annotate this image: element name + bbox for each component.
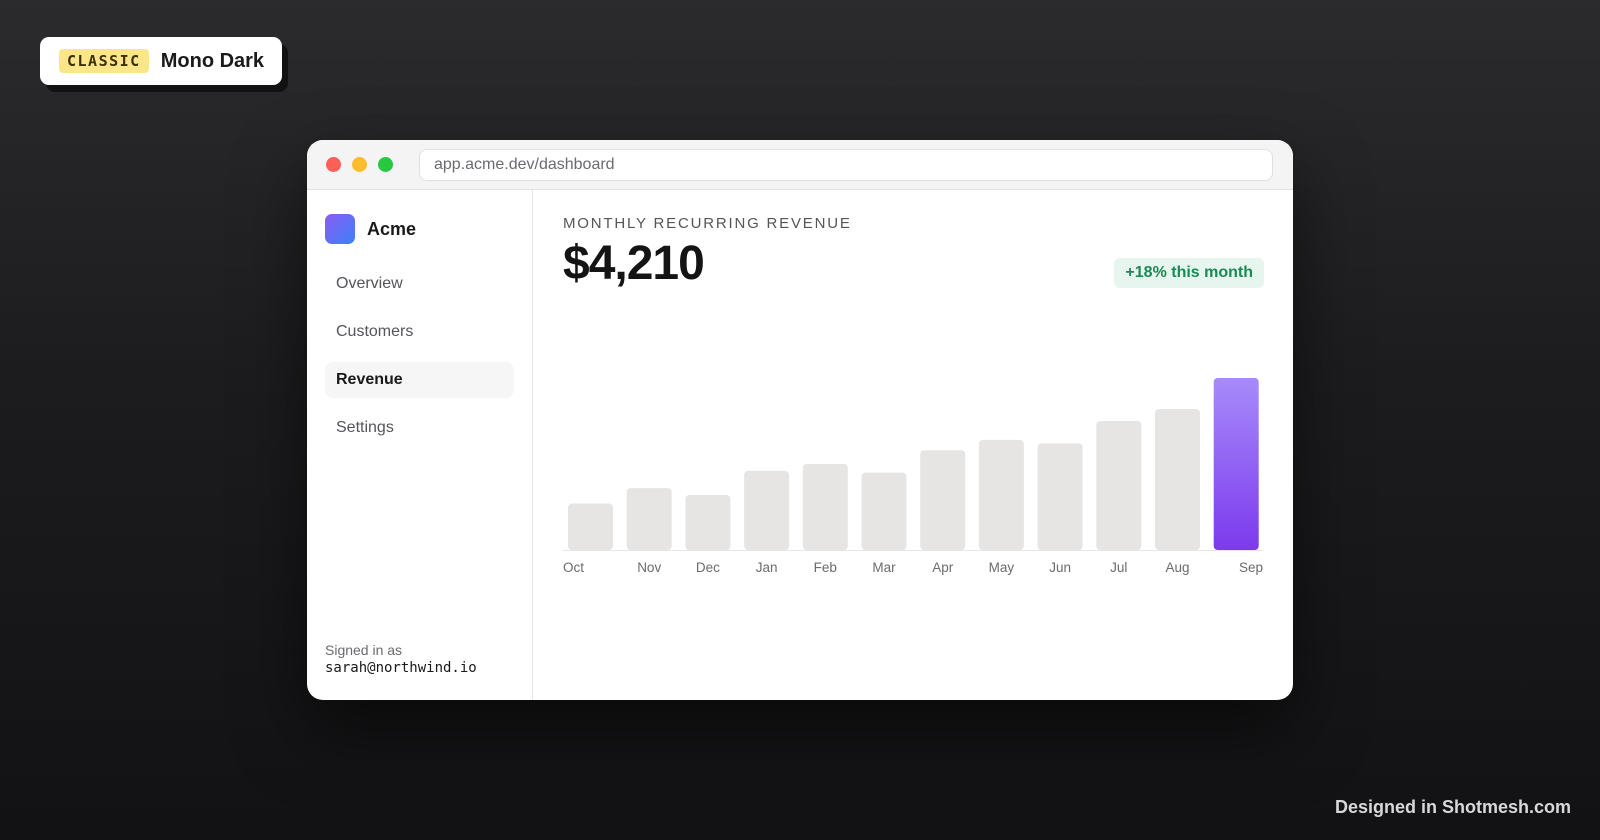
minimize-window-button[interactable] bbox=[352, 157, 367, 172]
signed-in-info: Signed in as sarah@northwind.io bbox=[325, 642, 477, 676]
browser-window: app.acme.dev/dashboard Acme Overview Cus… bbox=[307, 140, 1293, 700]
main-panel: MONTHLY RECURRING REVENUE $4,210 +18% th… bbox=[533, 190, 1293, 700]
close-window-button[interactable] bbox=[326, 157, 341, 172]
sidebar: Acme Overview Customers Revenue Settings… bbox=[307, 190, 533, 700]
bar-jun[interactable] bbox=[1037, 443, 1083, 550]
signed-in-email: sarah@northwind.io bbox=[325, 660, 477, 676]
bar-feb[interactable] bbox=[802, 464, 848, 550]
bar-sep[interactable] bbox=[1213, 378, 1259, 550]
bar-jan[interactable] bbox=[744, 470, 790, 550]
bar-jul[interactable] bbox=[1096, 421, 1142, 550]
bar-may[interactable] bbox=[978, 439, 1024, 550]
theme-badge: CLASSIC Mono Dark bbox=[40, 37, 283, 85]
app-content: Acme Overview Customers Revenue Settings… bbox=[307, 190, 1293, 700]
sidebar-item-label: Customers bbox=[336, 323, 414, 340]
x-tick-label-jan: Jan bbox=[756, 560, 778, 575]
bar-mar[interactable] bbox=[861, 472, 907, 550]
sidebar-item-label: Revenue bbox=[336, 371, 403, 388]
x-tick-label-jun: Jun bbox=[1049, 560, 1071, 575]
badge-tag: CLASSIC bbox=[59, 49, 149, 73]
revenue-chart: Oct Nov Dec Jan Feb Mar Apr May Jun Jul Aug Sep bbox=[563, 340, 1263, 590]
badge-title: Mono Dark bbox=[160, 49, 265, 72]
metric-kicker: MONTHLY RECURRING REVENUE bbox=[563, 215, 852, 232]
address-bar[interactable]: app.acme.dev/dashboard bbox=[419, 148, 1273, 181]
revenue-bar-chart: Oct Nov Dec Jan Feb Mar Apr May Jun Jul Aug Sep bbox=[563, 378, 1263, 575]
x-tick-label-sep: Sep bbox=[1239, 560, 1263, 575]
x-tick-label-mar: Mar bbox=[872, 560, 896, 575]
x-tick-label-oct: Oct bbox=[563, 560, 584, 575]
maximize-window-button[interactable] bbox=[378, 157, 393, 172]
brand[interactable]: Acme bbox=[325, 214, 514, 244]
x-tick-label-apr: Apr bbox=[932, 560, 954, 575]
sidebar-item-label: Overview bbox=[336, 275, 403, 292]
sidebar-item-overview[interactable]: Overview bbox=[325, 266, 514, 302]
sidebar-item-label: Settings bbox=[336, 419, 394, 436]
bar-apr[interactable] bbox=[920, 450, 966, 550]
title-bar: app.acme.dev/dashboard bbox=[307, 140, 1293, 190]
sidebar-item-revenue[interactable]: Revenue bbox=[325, 362, 514, 398]
signed-in-label: Signed in as bbox=[325, 642, 403, 658]
x-tick-label-may: May bbox=[989, 560, 1015, 575]
brand-logo-icon bbox=[325, 214, 355, 244]
sidebar-item-customers[interactable]: Customers bbox=[325, 314, 514, 350]
delta-badge: +18% this month bbox=[1114, 258, 1264, 288]
bar-nov[interactable] bbox=[626, 488, 672, 550]
x-tick-label-nov: Nov bbox=[637, 560, 661, 575]
x-tick-label-feb: Feb bbox=[814, 560, 837, 575]
url-text: app.acme.dev/dashboard bbox=[434, 155, 615, 173]
sidebar-item-settings[interactable]: Settings bbox=[325, 410, 514, 446]
x-tick-label-aug: Aug bbox=[1165, 560, 1189, 575]
bar-aug[interactable] bbox=[1155, 408, 1200, 550]
x-tick-label-jul: Jul bbox=[1110, 560, 1127, 575]
bar-oct[interactable] bbox=[568, 503, 613, 550]
bar-dec[interactable] bbox=[685, 494, 731, 550]
brand-name: Acme bbox=[367, 218, 417, 239]
x-tick-label-dec: Dec bbox=[696, 560, 720, 575]
footer-credit: Designed in Shotmesh.com bbox=[1334, 797, 1571, 817]
